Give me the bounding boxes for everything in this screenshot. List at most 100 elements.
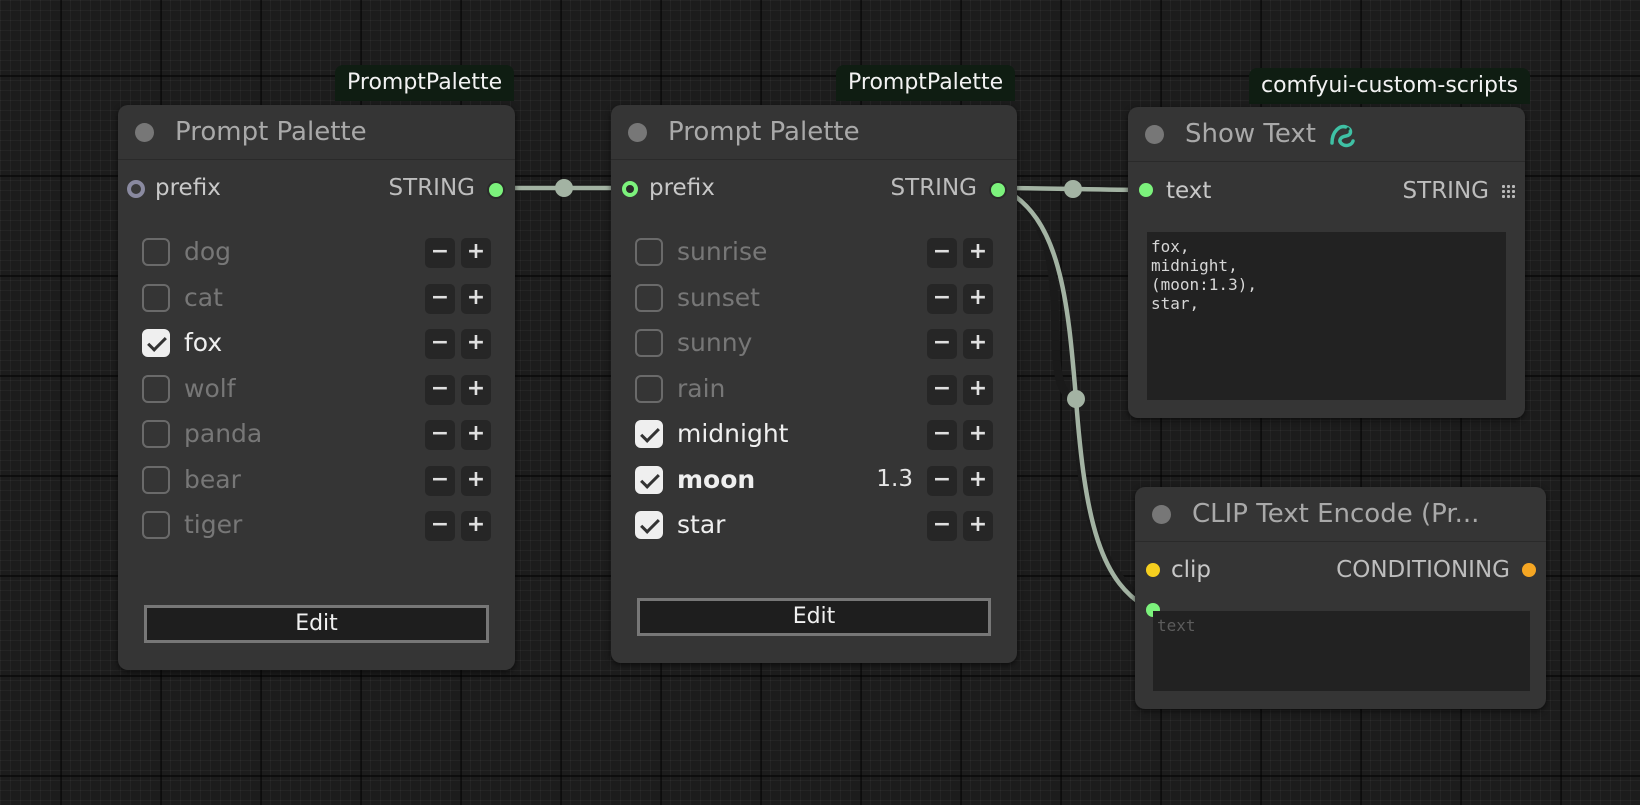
item-label[interactable]: dog: [184, 237, 231, 266]
item-checkbox[interactable]: [142, 238, 170, 266]
link-midpoint-dot[interactable]: [1067, 390, 1085, 408]
item-checkbox[interactable]: [142, 420, 170, 448]
palette-item[interactable]: sunny − +: [635, 324, 993, 364]
increase-weight-button[interactable]: +: [963, 283, 993, 314]
item-label[interactable]: sunset: [677, 283, 760, 312]
input-label-text: text: [1166, 178, 1212, 204]
increase-weight-button[interactable]: +: [461, 238, 491, 268]
increase-weight-button[interactable]: +: [963, 420, 993, 450]
collapse-toggle[interactable]: [628, 123, 647, 142]
decrease-weight-button[interactable]: −: [927, 238, 957, 268]
increase-weight-button[interactable]: +: [963, 329, 993, 359]
item-checkbox[interactable]: [142, 511, 170, 539]
item-label[interactable]: sunny: [677, 328, 752, 357]
palette-item[interactable]: fox − +: [142, 324, 491, 364]
input-slot-text[interactable]: [1139, 183, 1153, 197]
input-label-clip: clip: [1171, 557, 1212, 583]
decrease-weight-button[interactable]: −: [425, 283, 455, 314]
decrease-weight-button[interactable]: −: [927, 511, 957, 541]
palette-item[interactable]: midnight − +: [635, 415, 993, 455]
link-midpoint-dot[interactable]: [1064, 180, 1082, 198]
text-prompt-field[interactable]: text: [1153, 611, 1530, 691]
link-midpoint-dot[interactable]: [555, 179, 573, 197]
item-checkbox[interactable]: [635, 511, 663, 539]
item-label[interactable]: bear: [184, 465, 241, 494]
decrease-weight-button[interactable]: −: [425, 374, 455, 405]
decrease-weight-button[interactable]: −: [927, 283, 957, 314]
output-slot-string[interactable]: [487, 181, 505, 199]
decrease-weight-button[interactable]: −: [927, 329, 957, 359]
item-checkbox[interactable]: [142, 283, 170, 312]
collapse-toggle[interactable]: [1145, 125, 1164, 144]
palette-item[interactable]: dog − +: [142, 233, 491, 273]
decrease-weight-button[interactable]: −: [425, 465, 455, 496]
prompt-palette-node[interactable]: Prompt Palette prefix STRING dog − + cat − + f…: [118, 105, 515, 670]
decrease-weight-button[interactable]: −: [425, 511, 455, 541]
item-label[interactable]: rain: [677, 374, 725, 403]
node-header[interactable]: CLIP Text Encode (Pr...: [1135, 487, 1546, 542]
item-label[interactable]: fox: [184, 328, 222, 357]
node-header[interactable]: Prompt Palette: [611, 105, 1017, 160]
item-checkbox[interactable]: [142, 465, 170, 494]
increase-weight-button[interactable]: +: [461, 465, 491, 496]
palette-item[interactable]: bear − +: [142, 461, 491, 501]
item-checkbox[interactable]: [635, 283, 663, 312]
decrease-weight-button[interactable]: −: [425, 238, 455, 268]
palette-item[interactable]: panda − +: [142, 415, 491, 455]
item-checkbox[interactable]: [635, 374, 663, 403]
item-label[interactable]: star: [677, 510, 725, 539]
node-header[interactable]: Prompt Palette: [118, 105, 515, 160]
show-text-output[interactable]: fox, midnight, (moon:1.3), star,: [1147, 232, 1506, 400]
item-label[interactable]: cat: [184, 283, 223, 312]
input-slot-clip[interactable]: [1146, 563, 1160, 577]
palette-item[interactable]: wolf − +: [142, 370, 491, 410]
item-checkbox[interactable]: [635, 329, 663, 357]
edit-button[interactable]: Edit: [637, 598, 991, 636]
increase-weight-button[interactable]: +: [461, 511, 491, 541]
item-label[interactable]: sunrise: [677, 237, 767, 266]
item-label[interactable]: wolf: [184, 374, 236, 403]
clip-text-encode-node[interactable]: CLIP Text Encode (Pr... clip CONDITIONIN…: [1135, 487, 1546, 709]
node-header[interactable]: Show Text: [1128, 107, 1525, 162]
increase-weight-button[interactable]: +: [963, 511, 993, 541]
increase-weight-button[interactable]: +: [963, 465, 993, 496]
decrease-weight-button[interactable]: −: [927, 420, 957, 450]
item-label[interactable]: panda: [184, 419, 262, 448]
palette-item[interactable]: cat − +: [142, 279, 491, 319]
palette-item[interactable]: sunset − +: [635, 279, 993, 319]
item-checkbox[interactable]: [635, 420, 663, 448]
decrease-weight-button[interactable]: −: [425, 329, 455, 359]
item-checkbox[interactable]: [142, 329, 170, 357]
item-checkbox[interactable]: [635, 465, 663, 494]
increase-weight-button[interactable]: +: [461, 420, 491, 450]
palette-item[interactable]: rain − +: [635, 370, 993, 410]
decrease-weight-button[interactable]: −: [927, 465, 957, 496]
input-slot-prefix[interactable]: [622, 181, 638, 197]
input-slot-prefix[interactable]: [127, 180, 145, 198]
item-label[interactable]: tiger: [184, 510, 242, 539]
edit-button[interactable]: Edit: [144, 605, 489, 643]
palette-item[interactable]: star − +: [635, 506, 993, 546]
palette-item[interactable]: moon 1.3− +: [635, 461, 993, 501]
collapse-toggle[interactable]: [135, 123, 154, 142]
link-palette2-to-showtext[interactable]: [1000, 185, 1147, 193]
palette-item[interactable]: tiger − +: [142, 506, 491, 546]
increase-weight-button[interactable]: +: [461, 329, 491, 359]
collapse-toggle[interactable]: [1152, 505, 1171, 524]
increase-weight-button[interactable]: +: [461, 283, 491, 314]
show-text-node[interactable]: Show Text text STRING fox, midnight, (mo…: [1128, 107, 1525, 418]
palette-item[interactable]: sunrise − +: [635, 233, 993, 273]
increase-weight-button[interactable]: +: [461, 374, 491, 405]
output-slot-conditioning[interactable]: [1522, 563, 1536, 577]
item-checkbox[interactable]: [142, 374, 170, 403]
item-label[interactable]: moon: [677, 465, 755, 494]
increase-weight-button[interactable]: +: [963, 238, 993, 268]
prompt-palette-node[interactable]: Prompt Palette prefix STRING sunrise − + su…: [611, 105, 1017, 663]
item-checkbox[interactable]: [635, 238, 663, 266]
decrease-weight-button[interactable]: −: [927, 374, 957, 405]
grid-list-icon[interactable]: [1501, 184, 1515, 198]
decrease-weight-button[interactable]: −: [425, 420, 455, 450]
output-slot-string[interactable]: [989, 181, 1007, 199]
item-label[interactable]: midnight: [677, 419, 788, 448]
increase-weight-button[interactable]: +: [963, 374, 993, 405]
